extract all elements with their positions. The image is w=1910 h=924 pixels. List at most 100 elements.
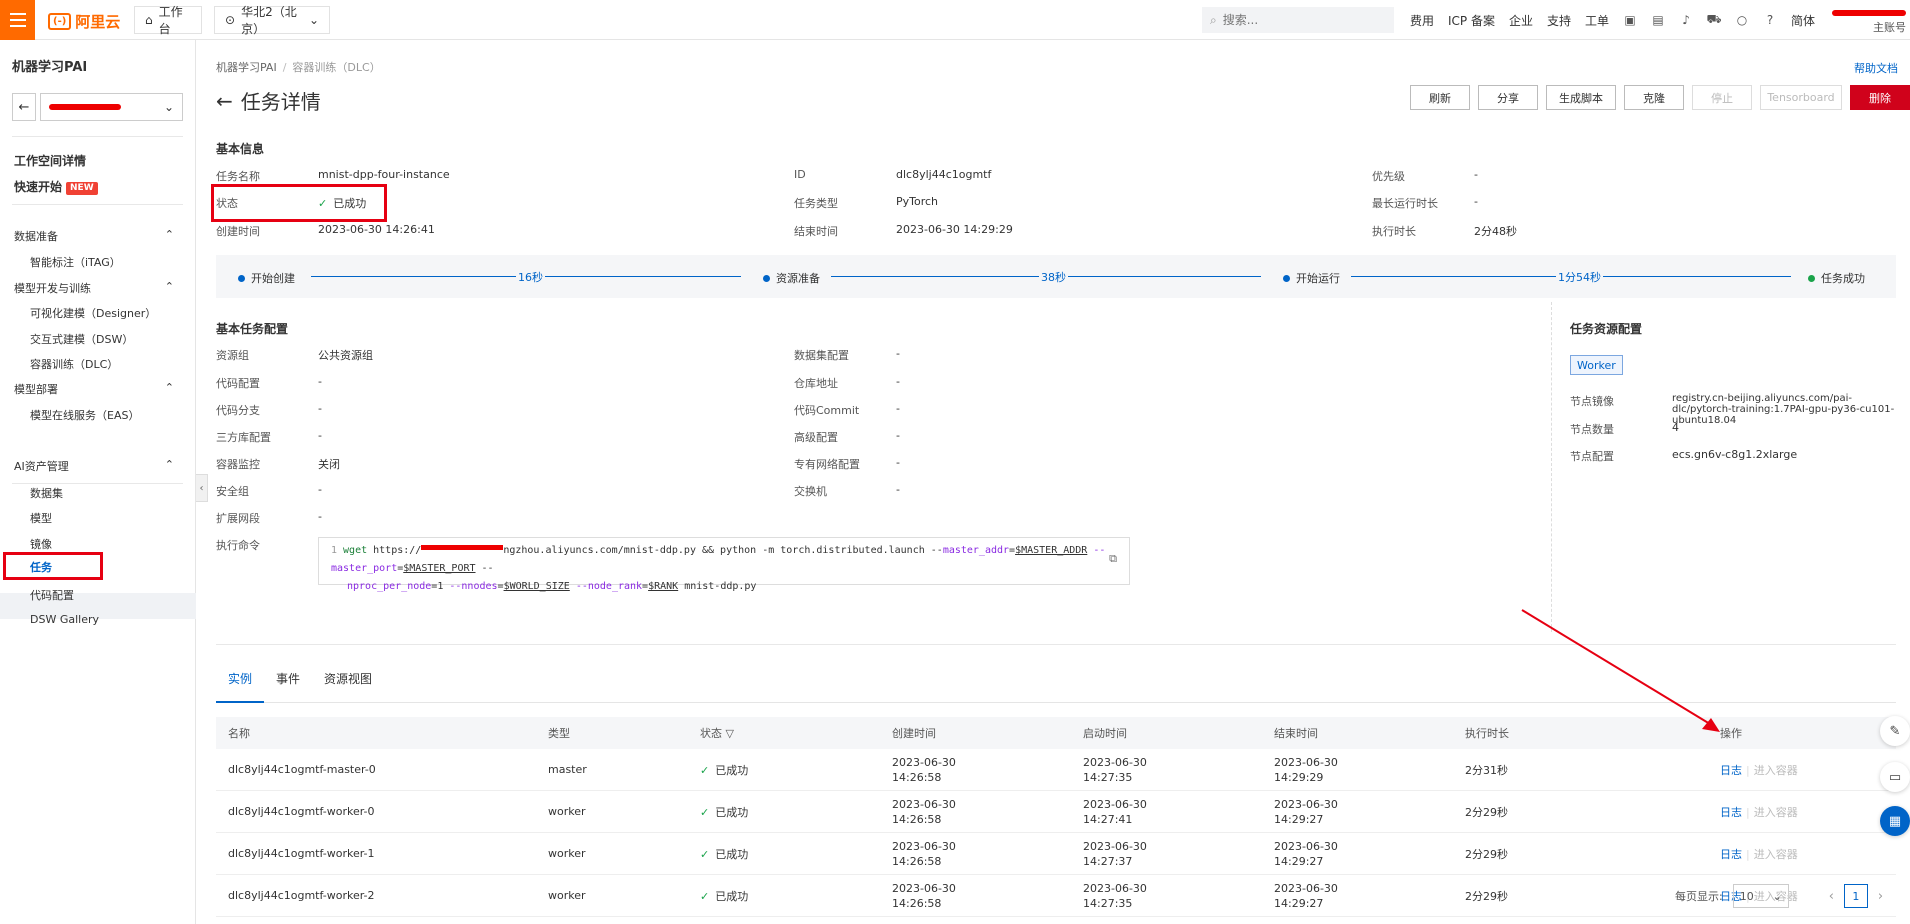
tab-instances[interactable]: 实例 [216, 665, 265, 703]
breadcrumb-pai[interactable]: 机器学习PAI [216, 61, 277, 74]
image-icon[interactable]: ▤ [1651, 13, 1665, 27]
tab-resource-view[interactable]: 资源视图 [312, 665, 384, 703]
cmd-token: ngzhou.aliyuncs.com/mnist-ddp.py && pyth… [503, 545, 943, 556]
global-search[interactable]: ⌕ [1202, 7, 1394, 33]
delete-button[interactable]: 删除 [1850, 85, 1910, 110]
page-number-button[interactable]: 1 [1843, 884, 1868, 908]
sidebar-item-images[interactable]: 镜像 [30, 536, 52, 552]
config-value: - [896, 347, 900, 360]
table-row: dlc8ylj44c1ogmtf-master-0 master ✓ 已成功 20… [216, 749, 1896, 791]
edit-icon[interactable]: ✎ [1880, 716, 1910, 746]
timeline-duration: 1分54秒 [1556, 269, 1603, 285]
sidebar-item-quick-start[interactable]: 快速开始 NEW [14, 178, 98, 195]
next-page-icon[interactable]: › [1878, 889, 1883, 904]
sidebar-group-model-dev[interactable]: 模型开发与训练 ⌃ [14, 280, 174, 296]
refresh-button[interactable]: 刷新 [1410, 85, 1470, 110]
id-value: dlc8ylj44c1ogmtf [896, 168, 992, 181]
enterprise-link[interactable]: 企业 [1509, 12, 1533, 29]
lightbulb-icon[interactable]: ○ [1735, 13, 1749, 27]
worker-tag[interactable]: Worker [1570, 355, 1623, 375]
enter-container-link[interactable]: 进入容器 [1754, 764, 1798, 777]
log-link[interactable]: 日志 [1720, 806, 1742, 819]
stop-button[interactable]: 停止 [1692, 85, 1752, 110]
sidebar-item-dsw-gallery[interactable]: DSW Gallery [30, 613, 99, 626]
tab-events[interactable]: 事件 [264, 665, 312, 703]
config-value: - [896, 402, 900, 415]
cell-date: 2023-06-30 [892, 839, 956, 853]
help-icon[interactable]: ? [1763, 13, 1777, 27]
sidebar-item-code-config[interactable]: 代码配置 [30, 587, 74, 603]
log-link[interactable]: 日志 [1720, 848, 1742, 861]
prev-page-icon[interactable]: ‹ [1829, 889, 1834, 904]
page-size-label: 每页显示: [1675, 890, 1723, 903]
region-selector[interactable]: ⊙ 华北2（北京） ⌄ [214, 5, 330, 36]
command-box[interactable]: 1 wget https:// ngzhou.aliyuncs.com/mnist-… [318, 537, 1130, 592]
sidebar-group-deploy[interactable]: 模型部署 ⌃ [14, 381, 174, 397]
menu-icon[interactable] [0, 0, 35, 40]
sidebar-item-designer[interactable]: 可视化建模（Designer） [30, 305, 156, 321]
console-icon[interactable]: ▣ [1623, 13, 1637, 27]
chevron-up-icon: ⌃ [164, 280, 174, 293]
cmd-token: $MASTER_PORT [403, 563, 476, 574]
timeline-dot [1283, 274, 1290, 282]
share-button[interactable]: 分享 [1478, 85, 1538, 110]
icp-link[interactable]: ICP 备案 [1448, 12, 1495, 29]
sidebar-item-dlc[interactable]: 容器训练（DLC） [30, 356, 118, 372]
config-label: 执行命令 [216, 539, 260, 552]
col-status[interactable]: 状态 ▽ [700, 725, 734, 741]
enter-container-link[interactable]: 进入容器 [1754, 806, 1798, 819]
sidebar-divider [12, 204, 183, 205]
billing-link[interactable]: 费用 [1410, 12, 1434, 29]
back-arrow-icon[interactable]: ← [216, 89, 233, 113]
cell-actions: 日志 | 进入容器 [1720, 804, 1798, 820]
tensorboard-button[interactable]: Tensorboard [1760, 85, 1842, 110]
col-duration: 执行时长 [1465, 727, 1509, 740]
table-row: dlc8ylj44c1ogmtf-worker-0 worker ✓ 已成功 20… [216, 791, 1896, 833]
page-size-select[interactable]: 10 ⌄ [1732, 884, 1789, 908]
search-input[interactable] [1222, 13, 1373, 27]
cmd-token: $MASTER_ADDR [1015, 545, 1088, 556]
cell-time: 14:26:58 [892, 770, 942, 784]
brand-logo[interactable]: (-) 阿里云 [48, 11, 120, 32]
generate-script-button[interactable]: 生成脚本 [1546, 85, 1616, 110]
user-account[interactable]: 主账号 [1810, 4, 1906, 36]
resource-value: 4 [1672, 421, 1679, 434]
cell-duration: 2分29秒 [1465, 889, 1508, 903]
cart-icon[interactable]: ⛟ [1707, 12, 1722, 27]
enter-container-link[interactable]: 进入容器 [1754, 848, 1798, 861]
workbench-link[interactable]: ⌂ 工作台 [134, 5, 202, 36]
sidebar-item-eas[interactable]: 模型在线服务（EAS） [30, 407, 139, 423]
sidebar-item-itag[interactable]: 智能标注（iTAG） [30, 254, 121, 270]
help-doc-link[interactable]: 帮助文档 [1854, 60, 1898, 76]
top-links: 费用 ICP 备案 企业 支持 工单 ▣ ▤ ♪ ⛟ ○ ? 简体 [1410, 0, 1829, 40]
sidebar-item-models[interactable]: 模型 [30, 510, 52, 526]
back-arrow-icon[interactable]: ← [12, 93, 36, 121]
apps-grid-icon[interactable]: ▦ [1880, 806, 1910, 836]
sidebar-group-data-prep[interactable]: 数据准备 ⌃ [14, 228, 174, 244]
clone-button[interactable]: 克隆 [1624, 85, 1684, 110]
filter-icon[interactable]: ▽ [726, 727, 734, 740]
timeline-node-resource: 资源准备 [759, 270, 824, 286]
cell-actions: 日志 | 进入容器 [1720, 846, 1798, 862]
sidebar-item-workspace-detail[interactable]: 工作空间详情 [14, 152, 86, 169]
pagination: 每页显示: 10 ⌄ ‹ 1 › [1675, 884, 1883, 908]
chat-icon[interactable]: ▭ [1880, 762, 1910, 792]
ticket-link[interactable]: 工单 [1585, 12, 1609, 29]
support-link[interactable]: 支持 [1547, 12, 1571, 29]
bell-icon[interactable]: ♪ [1679, 13, 1693, 27]
sidebar-title: 机器学习PAI [12, 60, 88, 75]
workspace-dropdown[interactable]: ⌄ [40, 93, 183, 121]
cell-date: 2023-06-30 [1083, 881, 1147, 895]
sidebar-divider [12, 483, 183, 484]
cell-name: dlc8ylj44c1ogmtf-master-0 [228, 763, 376, 776]
breadcrumb-dlc[interactable]: 容器训练（DLC） [292, 61, 380, 74]
cell-started: 2023-06-30 14:27:35 [1083, 755, 1147, 785]
log-link[interactable]: 日志 [1720, 764, 1742, 777]
action-buttons: 刷新 分享 生成脚本 克隆 停止 Tensorboard 删除 [1410, 85, 1910, 110]
check-icon: ✓ [700, 847, 710, 861]
sidebar-item-dsw[interactable]: 交互式建模（DSW） [30, 331, 133, 347]
sidebar-item-datasets[interactable]: 数据集 [30, 485, 63, 501]
sidebar-group-ai-assets[interactable]: AI资产管理 ⌃ [14, 458, 174, 474]
redacted-url [421, 545, 504, 550]
copy-icon[interactable]: ⧉ [1109, 550, 1117, 568]
